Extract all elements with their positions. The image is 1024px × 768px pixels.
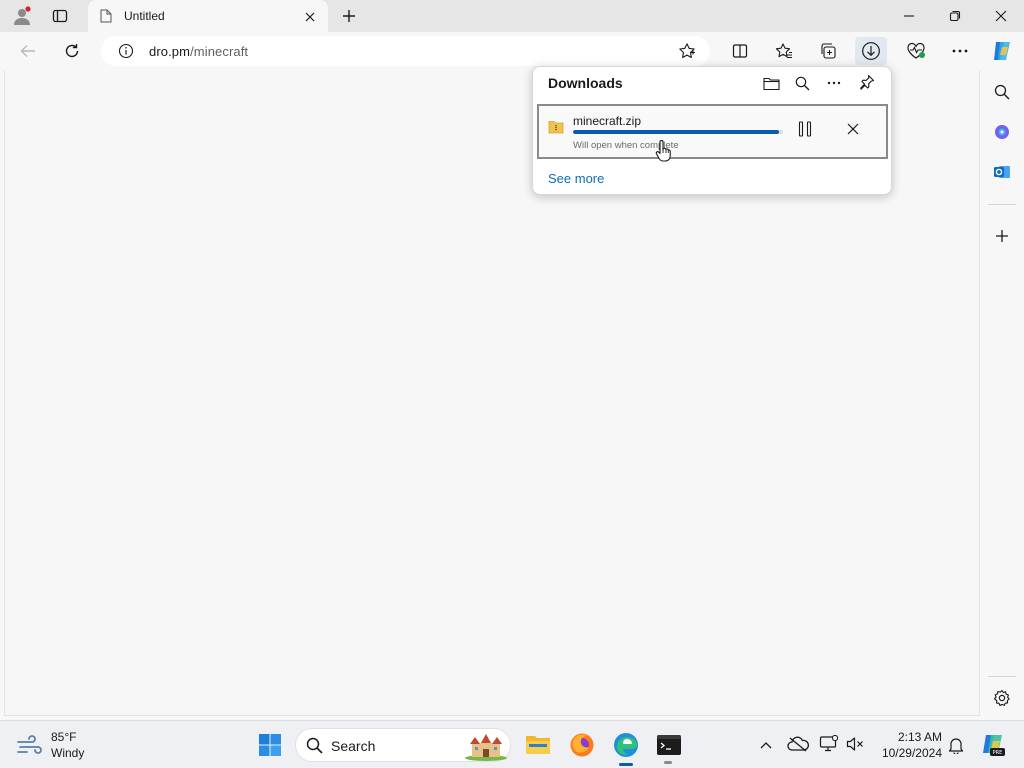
sidebar-divider-bottom xyxy=(988,676,1016,677)
castle-widget-icon xyxy=(464,731,508,761)
weather-wind-icon[interactable] xyxy=(16,734,44,756)
downloads-title: Downloads xyxy=(548,75,623,91)
page-icon xyxy=(100,9,112,23)
refresh-icon[interactable] xyxy=(61,40,83,62)
new-tab-icon[interactable] xyxy=(338,5,360,27)
download-progress-fill xyxy=(573,130,779,134)
clock-time[interactable]: 2:13 AM xyxy=(888,730,942,744)
see-more-link[interactable]: See more xyxy=(548,171,604,186)
onedrive-icon[interactable] xyxy=(787,736,809,752)
start-icon[interactable] xyxy=(258,733,282,757)
address-bar[interactable]: dro.pm/minecraft xyxy=(101,36,710,66)
back-icon[interactable] xyxy=(17,40,39,62)
search-icon[interactable] xyxy=(991,81,1013,103)
open-folder-icon[interactable] xyxy=(761,73,781,93)
pin-icon[interactable] xyxy=(857,72,877,92)
restore-icon[interactable] xyxy=(944,6,966,26)
download-item[interactable]: minecraft.zip Will open when complete xyxy=(537,104,888,162)
volume-muted-icon[interactable] xyxy=(846,736,864,752)
title-bar: Untitled xyxy=(0,0,1024,33)
more-options-icon[interactable] xyxy=(824,73,844,93)
copilot-sidebar-icon[interactable] xyxy=(991,121,1013,143)
settings-icon[interactable] xyxy=(991,687,1013,709)
download-icon[interactable] xyxy=(855,37,887,65)
notifications-icon[interactable] xyxy=(948,736,964,754)
hand-cursor-icon xyxy=(655,140,671,162)
copilot-icon[interactable] xyxy=(989,38,1015,64)
more-icon[interactable] xyxy=(949,40,971,62)
edge-icon[interactable] xyxy=(612,731,640,759)
tab-actions-icon[interactable] xyxy=(48,6,72,26)
download-progress-bar xyxy=(573,130,783,134)
clock-date[interactable]: 10/29/2024 xyxy=(876,746,942,760)
taskbar: 85°F Windy Search 2:13 AM 10/29/2024 PRE xyxy=(0,720,1024,768)
terminal-icon[interactable] xyxy=(656,734,682,756)
close-tab-icon[interactable] xyxy=(300,8,320,26)
chevron-up-icon[interactable] xyxy=(757,736,775,754)
split-screen-icon[interactable] xyxy=(729,40,751,62)
search-icon xyxy=(306,737,323,754)
info-icon[interactable] xyxy=(118,43,134,59)
pause-icon[interactable] xyxy=(794,118,816,140)
url-host: dro.pm xyxy=(149,44,191,59)
favorite-star-icon[interactable] xyxy=(678,42,696,60)
outlook-icon[interactable] xyxy=(991,161,1013,183)
firefox-icon[interactable] xyxy=(569,732,595,758)
url-path: /minecraft xyxy=(190,44,249,59)
weather-condition[interactable]: Windy xyxy=(51,746,84,760)
sidebar-divider xyxy=(988,204,1016,205)
file-explorer-icon[interactable] xyxy=(525,732,551,756)
svg-text:PRE: PRE xyxy=(993,750,1003,756)
copilot-pre-icon[interactable]: PRE xyxy=(980,732,1006,758)
taskbar-search[interactable]: Search xyxy=(295,728,511,762)
zip-file-icon xyxy=(548,120,564,134)
edge-active-indicator xyxy=(619,763,633,766)
search-downloads-icon[interactable] xyxy=(792,73,812,93)
network-icon[interactable] xyxy=(819,735,839,753)
minimize-icon[interactable] xyxy=(898,6,920,26)
cancel-icon[interactable] xyxy=(842,118,864,140)
profile-icon[interactable] xyxy=(10,5,34,27)
browser-essentials-icon[interactable] xyxy=(905,40,927,62)
tab-title: Untitled xyxy=(124,9,165,23)
close-window-icon[interactable] xyxy=(990,6,1012,26)
tab-untitled[interactable]: Untitled xyxy=(88,0,328,33)
search-label: Search xyxy=(331,738,376,754)
terminal-open-indicator xyxy=(664,761,672,764)
downloads-panel: Downloads minecraft.zip Will open when c… xyxy=(532,66,892,195)
add-icon[interactable] xyxy=(991,225,1013,247)
favorites-icon[interactable] xyxy=(773,40,795,62)
download-file-name[interactable]: minecraft.zip xyxy=(573,114,641,128)
url-text[interactable]: dro.pm/minecraft xyxy=(149,44,248,59)
collections-icon[interactable] xyxy=(817,40,839,62)
weather-temperature[interactable]: 85°F xyxy=(51,730,76,744)
